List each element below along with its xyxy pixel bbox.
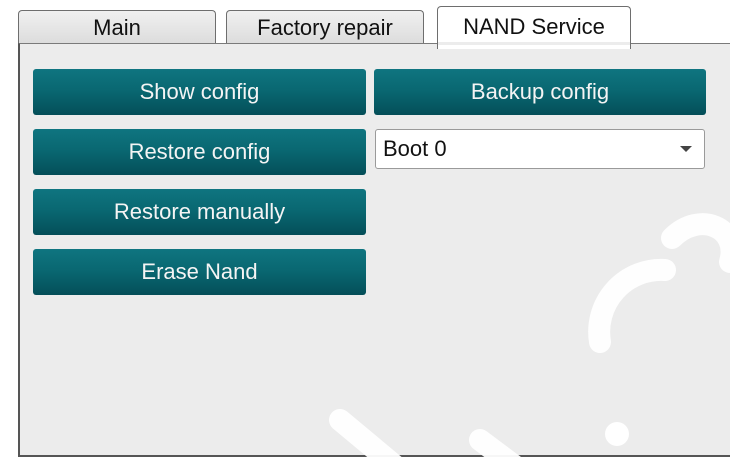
active-tab-joiner — [438, 42, 630, 45]
chevron-down-icon[interactable] — [680, 146, 692, 152]
erase-nand-button[interactable]: Erase Nand — [33, 249, 366, 295]
tab-main[interactable]: Main — [18, 10, 216, 44]
show-config-button[interactable]: Show config — [33, 69, 366, 115]
app-window: Main Factory repair NAND Service Show co… — [0, 0, 730, 460]
boot-partition-value: Boot 0 — [383, 136, 447, 161]
tab-factory-repair[interactable]: Factory repair — [226, 10, 424, 44]
boot-partition-select[interactable]: Boot 0 — [375, 129, 705, 169]
backup-config-button[interactable]: Backup config — [374, 69, 706, 115]
restore-manually-button[interactable]: Restore manually — [33, 189, 366, 235]
restore-config-button[interactable]: Restore config — [33, 129, 366, 175]
